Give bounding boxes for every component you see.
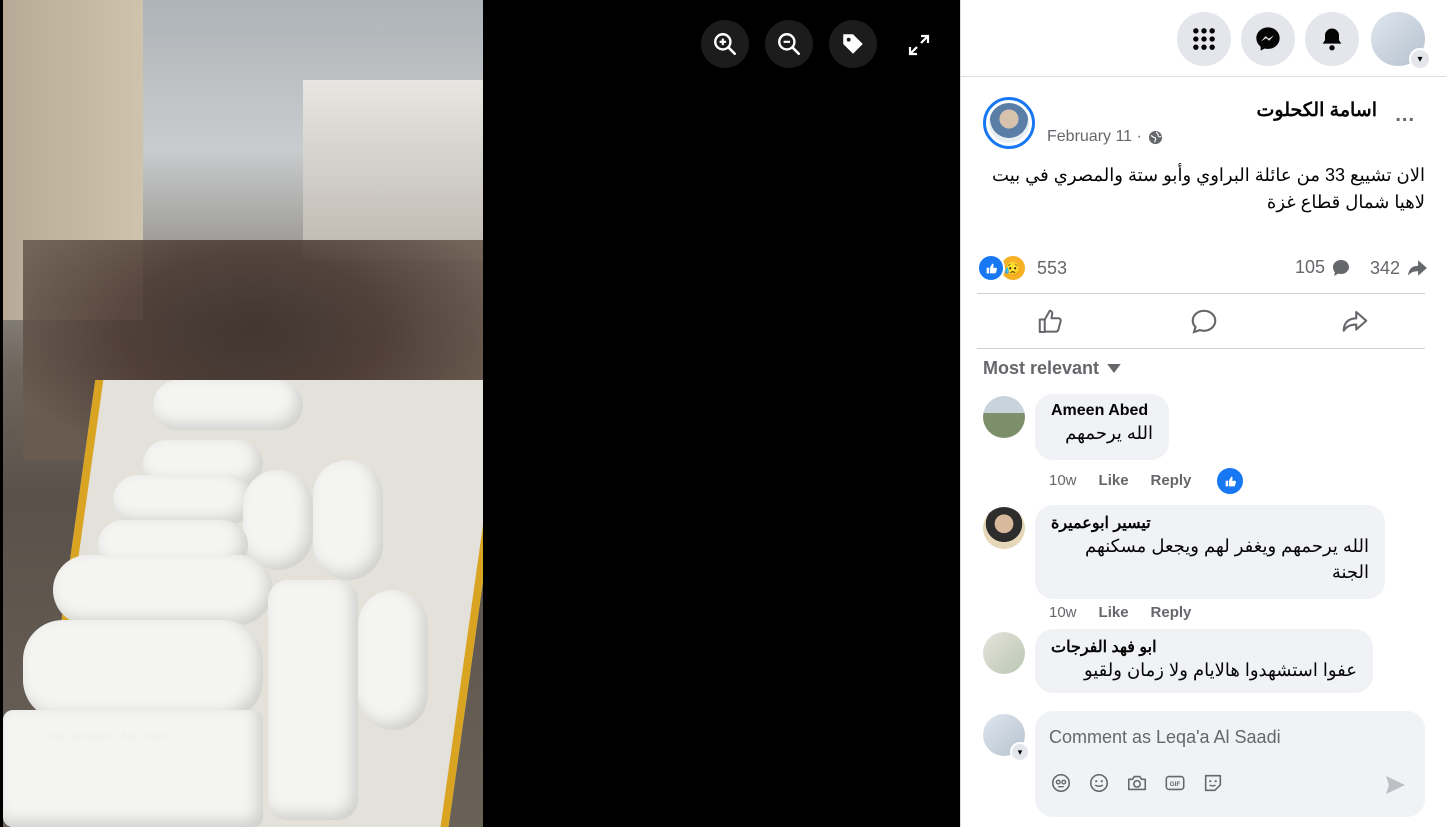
photo-credit: Abd elhkeem Abo riash [47, 729, 171, 743]
reaction-count: 553 [1037, 257, 1068, 278]
svg-text:GIF: GIF [1170, 781, 1181, 788]
comment-composer[interactable]: Comment as Leqa'a Al Saadi GIF [1035, 711, 1425, 817]
comment-text: الله يرحمهم [1065, 423, 1153, 443]
comment-time[interactable]: 10w [1049, 604, 1077, 621]
post-author-name[interactable]: اسامة الكحلوت [1257, 99, 1377, 122]
comment-sort-dropdown[interactable]: Most relevant [983, 358, 1121, 379]
avatar-sticker-button[interactable] [1049, 771, 1073, 795]
composer-account-chevron-icon[interactable]: ▾ [1010, 742, 1030, 762]
comment-text: الله يرحمهم ويغفر لهم ويجعل مسكنهم الجنة [1084, 536, 1369, 582]
share-stat[interactable]: 342 [1370, 257, 1428, 279]
sticker-icon [1204, 774, 1222, 792]
photo-building-right [303, 80, 483, 260]
post-side-panel: ▾ اسامة الكحلوت ... February 11 · الان ت… [960, 0, 1446, 827]
send-button[interactable] [1383, 773, 1407, 797]
comment-icon [1191, 309, 1217, 334]
zoom-out-icon [778, 33, 801, 56]
photo-shroud [23, 620, 263, 720]
share-icon [1342, 310, 1368, 332]
tag-icon [843, 34, 863, 54]
post-text: الان تشييع 33 من عائلة البراوي وأبو ستة … [992, 165, 1425, 212]
photo-shroud [358, 590, 428, 730]
photo-shroud [313, 460, 383, 580]
thumbs-up-icon [1038, 309, 1062, 333]
like-reaction-icon [977, 254, 1005, 282]
photo-shroud [243, 470, 313, 570]
post-author-avatar[interactable] [983, 97, 1035, 149]
tag-button[interactable] [829, 20, 877, 68]
comment-avatar[interactable] [983, 632, 1025, 674]
like-button[interactable] [1031, 304, 1071, 340]
camera-icon [1127, 775, 1147, 791]
comment-count: 105 [1295, 257, 1326, 277]
emoji-button[interactable] [1087, 771, 1111, 795]
composer-tools: GIF [1049, 771, 1225, 795]
comment-button[interactable] [1184, 304, 1224, 340]
comment-text: عفوا استشهدوا هالايام ولا زمان ولقيو [1083, 660, 1357, 680]
comment-like-badge-icon[interactable] [1215, 466, 1245, 496]
share-button[interactable] [1335, 304, 1375, 340]
comment-stat[interactable]: 105 [1295, 257, 1351, 278]
zoom-in-button[interactable] [701, 20, 749, 68]
photo-viewer: Abd elhkeem Abo riash [0, 0, 960, 827]
comment-author[interactable]: Ameen Abed [1051, 402, 1153, 420]
stats-divider [977, 293, 1425, 294]
avatar-sticker-icon [1051, 773, 1071, 793]
sort-label: Most relevant [983, 358, 1100, 378]
photo-shroud [113, 475, 253, 525]
reactions-summary[interactable]: 😥 553 [977, 254, 1067, 282]
comment-bubble: Ameen Abed الله يرحمهم [1035, 394, 1169, 460]
menu-button[interactable] [1177, 12, 1231, 66]
zoom-in-icon [714, 33, 737, 56]
fullscreen-icon [908, 34, 930, 56]
globe-icon [1148, 130, 1162, 144]
account-chevron-icon[interactable]: ▾ [1409, 48, 1431, 70]
caret-down-icon [1107, 364, 1121, 373]
gif-button[interactable]: GIF [1163, 771, 1187, 795]
comment-input[interactable]: Comment as Leqa'a Al Saadi [1049, 727, 1281, 748]
comment-meta: 10w Like Reply [1049, 472, 1191, 489]
comment-author[interactable]: ابو فهد الفرجات [1051, 637, 1357, 657]
share-count: 342 [1370, 257, 1401, 278]
comment-like-link[interactable]: Like [1099, 472, 1129, 489]
fullscreen-button[interactable] [904, 30, 934, 60]
comment-reply-link[interactable]: Reply [1151, 472, 1192, 489]
menu-grid-icon [1193, 28, 1215, 50]
share-arrow-icon [1408, 260, 1427, 276]
comment-meta: 10w Like Reply [1049, 604, 1191, 621]
photo-shroud [153, 380, 303, 430]
more-options-button[interactable]: ... [1395, 104, 1415, 127]
actions-divider [977, 348, 1425, 349]
comment-reply-link[interactable]: Reply [1151, 604, 1192, 621]
photo-shroud [53, 555, 273, 625]
send-icon [1386, 776, 1405, 794]
photo-shroud [3, 710, 263, 827]
messenger-icon [1256, 27, 1280, 51]
post-timestamp[interactable]: February 11 · [1047, 128, 1163, 146]
comment-bubble: تيسير ابوعميرة الله يرحمهم ويغفر لهم ويج… [1035, 505, 1385, 599]
comment-avatar[interactable] [983, 507, 1025, 549]
comment-author[interactable]: تيسير ابوعميرة [1051, 513, 1369, 533]
comment-avatar[interactable] [983, 396, 1025, 438]
gif-icon: GIF [1165, 775, 1185, 791]
notifications-button[interactable] [1305, 12, 1359, 66]
post-photo[interactable]: Abd elhkeem Abo riash [3, 0, 483, 827]
camera-button[interactable] [1125, 771, 1149, 795]
photo-shroud [268, 580, 358, 820]
emoji-icon [1089, 773, 1109, 793]
comment-bubble: ابو فهد الفرجات عفوا استشهدوا هالايام ول… [1035, 629, 1373, 693]
comment-time[interactable]: 10w [1049, 472, 1077, 489]
post-date-text[interactable]: February 11 · [1047, 128, 1142, 146]
messenger-button[interactable] [1241, 12, 1295, 66]
bell-icon [1322, 28, 1342, 51]
comment-like-link[interactable]: Like [1099, 604, 1129, 621]
sticker-button[interactable] [1201, 771, 1225, 795]
top-navigation: ▾ [961, 0, 1446, 77]
comment-bubble-icon [1333, 259, 1350, 276]
zoom-out-button[interactable] [765, 20, 813, 68]
